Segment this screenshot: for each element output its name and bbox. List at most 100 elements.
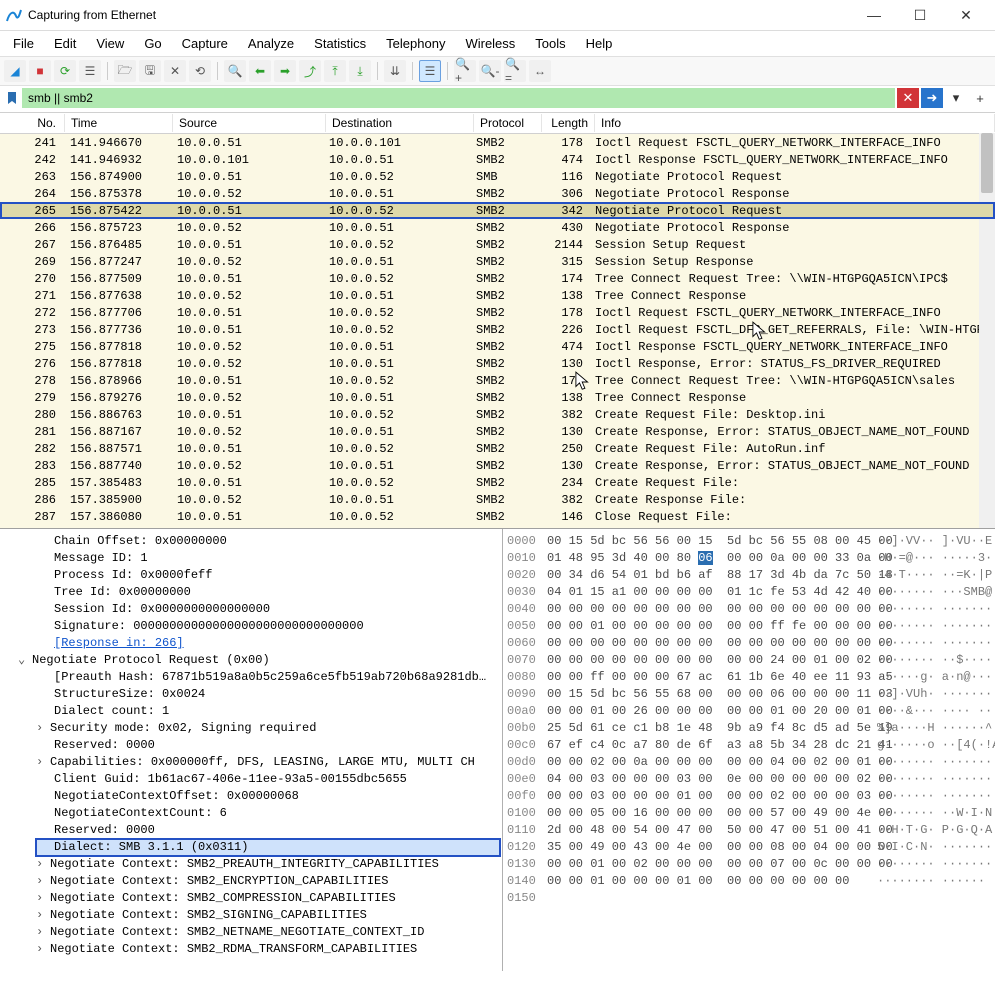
packet-row[interactable]: 275156.87781810.0.0.5210.0.0.51SMB2474Io… [0,338,995,355]
hex-row[interactable]: 000000 15 5d bc 56 56 00 15 5d bc 56 55 … [507,533,991,550]
menu-statistics[interactable]: Statistics [305,33,375,54]
detail-tree-line[interactable]: Reserved: 0000 [6,737,500,754]
go-forward-icon[interactable]: ➡ [274,60,296,82]
packet-row[interactable]: 263156.87490010.0.0.5110.0.0.52SMB116Neg… [0,168,995,185]
zoom-in-icon[interactable]: 🔍+ [454,60,476,82]
packet-row[interactable]: 267156.87648510.0.0.5110.0.0.52SMB22144S… [0,236,995,253]
menu-file[interactable]: File [4,33,43,54]
detail-tree-line[interactable]: Process Id: 0x0000feff [6,567,500,584]
detail-tree-line[interactable]: Negotiate Context: SMB2_NETNAME_NEGOTIAT… [6,924,500,941]
resize-columns-icon[interactable]: ↔ [529,60,551,82]
packet-row[interactable]: 287157.38608010.0.0.5110.0.0.52SMB2146Cl… [0,508,995,525]
packet-row[interactable]: 272156.87770610.0.0.5110.0.0.52SMB2178Io… [0,304,995,321]
detail-tree-line[interactable]: Signature: 00000000000000000000000000000… [6,618,500,635]
hex-row[interactable]: 002000 34 d6 54 01 bd b6 af 88 17 3d 4b … [507,567,991,584]
detail-tree-line[interactable]: Dialect count: 1 [6,703,500,720]
detail-tree-line[interactable]: Negotiate Protocol Request (0x00) [6,652,500,669]
start-capture-icon[interactable]: ◢ [4,60,26,82]
close-button[interactable]: ✕ [943,0,989,30]
bookmark-icon[interactable] [4,90,20,106]
packet-row[interactable]: 280156.88676310.0.0.5110.0.0.52SMB2382Cr… [0,406,995,423]
packet-row[interactable]: 271156.87763810.0.0.5210.0.0.51SMB2138Tr… [0,287,995,304]
hex-row[interactable]: 00e004 00 03 00 00 00 03 00 0e 00 00 00 … [507,771,991,788]
detail-tree-line[interactable]: Capabilities: 0x000000ff, DFS, LEASING, … [6,754,500,771]
detail-tree-line[interactable]: [Response in: 266] [6,635,500,652]
find-packet-icon[interactable]: 🔍 [224,60,246,82]
packet-row[interactable]: 279156.87927610.0.0.5210.0.0.51SMB2138Tr… [0,389,995,406]
display-filter-input[interactable] [22,88,895,108]
go-first-icon[interactable]: ⤒ [324,60,346,82]
packet-row[interactable]: 281156.88716710.0.0.5210.0.0.51SMB2130Cr… [0,423,995,440]
hex-row[interactable]: 013000 00 01 00 02 00 00 00 00 00 07 00 … [507,856,991,873]
menu-tools[interactable]: Tools [526,33,574,54]
hex-row[interactable]: 00a000 00 01 00 26 00 00 00 00 00 01 00 … [507,703,991,720]
reload-icon[interactable]: ⟲ [189,60,211,82]
menu-go[interactable]: Go [135,33,170,54]
packet-row[interactable]: 266156.87572310.0.0.5210.0.0.51SMB2430Ne… [0,219,995,236]
packet-row[interactable]: 269156.87724710.0.0.5210.0.0.51SMB2315Se… [0,253,995,270]
hex-row[interactable]: 0150 [507,890,991,907]
column-header-no[interactable]: No. [0,114,65,132]
packet-row[interactable]: 282156.88757110.0.0.5110.0.0.52SMB2250Cr… [0,440,995,457]
packet-row[interactable]: 273156.87773610.0.0.5110.0.0.52SMB2226Io… [0,321,995,338]
hex-row[interactable]: 001001 48 95 3d 40 00 80 06 00 00 0a 00 … [507,550,991,567]
column-header-source[interactable]: Source [173,114,326,132]
hex-row[interactable]: 010000 00 05 00 16 00 00 00 00 00 57 00 … [507,805,991,822]
column-header-destination[interactable]: Destination [326,114,474,132]
hex-row[interactable]: 004000 00 00 00 00 00 00 00 00 00 00 00 … [507,601,991,618]
packet-row[interactable]: 283156.88774010.0.0.5210.0.0.51SMB2130Cr… [0,457,995,474]
hex-row[interactable]: 014000 00 01 00 00 00 01 00 00 00 00 00 … [507,873,991,890]
hex-row[interactable]: 005000 00 01 00 00 00 00 00 00 00 ff fe … [507,618,991,635]
capture-options-icon[interactable]: ☰ [79,60,101,82]
detail-tree-line[interactable]: Message ID: 1 [6,550,500,567]
detail-tree-line[interactable]: [Preauth Hash: 67871b519a8a0b5c259a6ce5f… [6,669,500,686]
detail-tree-line[interactable]: Tree Id: 0x00000000 [6,584,500,601]
detail-tree-line[interactable]: Dialect: SMB 3.1.1 (0x0311) [36,839,500,856]
hex-row[interactable]: 00c067 ef c4 0c a7 80 de 6f a3 a8 5b 34 … [507,737,991,754]
menu-wireless[interactable]: Wireless [456,33,524,54]
packet-row[interactable]: 276156.87781810.0.0.5210.0.0.51SMB2130Io… [0,355,995,372]
autoscroll-icon[interactable]: ⇊ [384,60,406,82]
packet-row[interactable]: 278156.87896610.0.0.5110.0.0.52SMB2176Tr… [0,372,995,389]
restart-capture-icon[interactable]: ⟳ [54,60,76,82]
colorize-icon[interactable]: ☰ [419,60,441,82]
packet-row[interactable]: 286157.38590010.0.0.5210.0.0.51SMB2382Cr… [0,491,995,508]
detail-tree-line[interactable]: Chain Offset: 0x00000000 [6,533,500,550]
save-file-icon[interactable]: 🖫 [139,60,161,82]
column-header-protocol[interactable]: Protocol [474,114,542,132]
column-header-time[interactable]: Time [65,114,173,132]
packet-details-pane[interactable]: Chain Offset: 0x00000000Message ID: 1Pro… [0,529,503,971]
go-back-icon[interactable]: ⬅ [249,60,271,82]
packet-list-header[interactable]: No. Time Source Destination Protocol Len… [0,113,995,134]
maximize-button[interactable]: ☐ [897,0,943,30]
hex-row[interactable]: 01102d 00 48 00 54 00 47 00 50 00 47 00 … [507,822,991,839]
hex-row[interactable]: 008000 00 ff 00 00 00 67 ac 61 1b 6e 40 … [507,669,991,686]
detail-tree-line[interactable]: Reserved: 0000 [6,822,500,839]
detail-tree-line[interactable]: StructureSize: 0x0024 [6,686,500,703]
close-file-icon[interactable]: ✕ [164,60,186,82]
menu-help[interactable]: Help [577,33,622,54]
menu-edit[interactable]: Edit [45,33,85,54]
packet-row[interactable]: 264156.87537810.0.0.5210.0.0.51SMB2306Ne… [0,185,995,202]
hex-row[interactable]: 003004 01 15 a1 00 00 00 00 01 1c fe 53 … [507,584,991,601]
packet-row[interactable]: 241141.94667010.0.0.5110.0.0.101SMB2178I… [0,134,995,151]
hex-row[interactable]: 009000 15 5d bc 56 55 68 00 00 00 06 00 … [507,686,991,703]
menu-analyze[interactable]: Analyze [239,33,303,54]
packet-row[interactable]: 242141.94693210.0.0.10110.0.0.51SMB2474I… [0,151,995,168]
detail-tree-line[interactable]: Negotiate Context: SMB2_ENCRYPTION_CAPAB… [6,873,500,890]
go-to-packet-icon[interactable]: ⤴ [299,60,321,82]
packet-list-scrollbar[interactable] [979,133,995,528]
hex-row[interactable]: 00f000 00 03 00 00 00 01 00 00 00 02 00 … [507,788,991,805]
detail-tree-line[interactable]: Negotiate Context: SMB2_PREAUTH_INTEGRIT… [6,856,500,873]
detail-tree-line[interactable]: Session Id: 0x0000000000000000 [6,601,500,618]
menu-view[interactable]: View [87,33,133,54]
filter-dropdown-icon[interactable]: ▾ [945,88,967,108]
detail-tree-line[interactable]: NegotiateContextCount: 6 [6,805,500,822]
menu-telephony[interactable]: Telephony [377,33,454,54]
column-header-info[interactable]: Info [595,114,995,132]
zoom-reset-icon[interactable]: 🔍= [504,60,526,82]
detail-tree-line[interactable]: Client Guid: 1b61ac67-406e-11ee-93a5-001… [6,771,500,788]
detail-tree-line[interactable]: Security mode: 0x02, Signing required [6,720,500,737]
hex-row[interactable]: 012035 00 49 00 43 00 4e 00 00 00 08 00 … [507,839,991,856]
add-filter-button[interactable]: + [969,88,991,108]
